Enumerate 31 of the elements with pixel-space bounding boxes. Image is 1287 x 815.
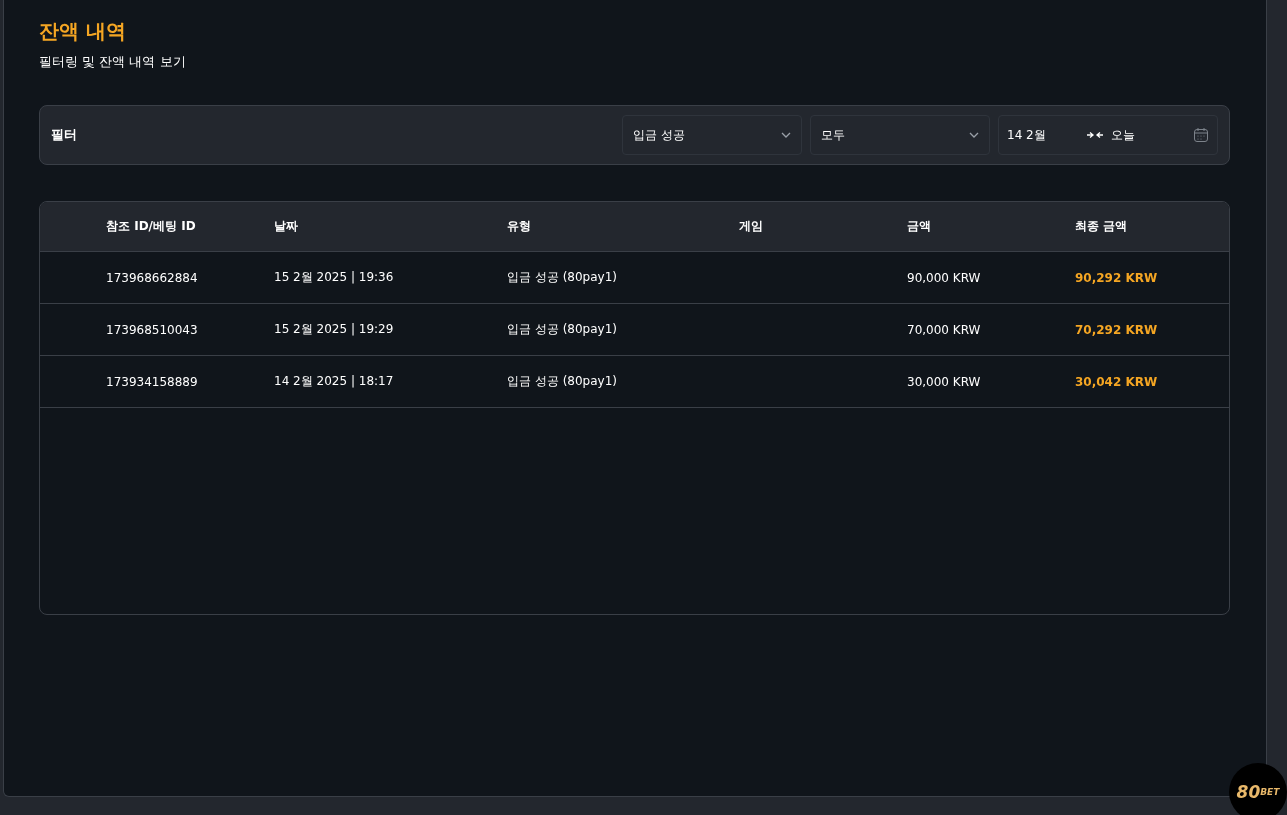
- column-header: 참조 ID/베팅 ID: [106, 218, 197, 235]
- table-cell-text: 입금 성공 (80pay1): [507, 373, 618, 390]
- table-cell-text: 173934158889: [106, 374, 199, 389]
- column-header: 날짜: [274, 218, 299, 235]
- table-cell-text: 173968662884: [106, 270, 199, 285]
- table-cell-text: 70,292 KRW: [1075, 322, 1159, 337]
- page-title: 잔액 내역: [39, 18, 127, 45]
- page-subtitle: 필터링 및 잔액 내역 보기: [39, 53, 187, 71]
- table-cell-text: 15 2월 2025 | 19:29: [274, 321, 395, 338]
- filter-label: 필터: [51, 126, 78, 144]
- table-cell-text: 30,042 KRW: [1075, 374, 1159, 389]
- column-header: 최종 금액: [1075, 218, 1129, 235]
- calendar-icon: [1193, 127, 1209, 143]
- table-cell-text: 입금 성공 (80pay1): [507, 321, 618, 338]
- table-cell-text: 입금 성공 (80pay1): [507, 269, 618, 286]
- table-cell-text: 14 2월 2025 | 18:17: [274, 373, 395, 390]
- table-cell-text: 15 2월 2025 | 19:36: [274, 269, 395, 286]
- arrows-icon: [1087, 131, 1103, 139]
- table-cell-text: 90,000 KRW: [907, 270, 982, 285]
- dropdown-select[interactable]: 모두: [810, 115, 990, 155]
- table-cell-text: 30,000 KRW: [907, 374, 982, 389]
- dropdown-select[interactable]: 입금 성공: [622, 115, 802, 155]
- chevron-down-icon: [969, 132, 979, 138]
- column-header: 금액: [907, 218, 932, 235]
- table-cell-text: 90,292 KRW: [1075, 270, 1159, 285]
- table-cell-text: 173968510043: [106, 322, 199, 337]
- date-range-field[interactable]: 14 2월 오늘: [998, 115, 1218, 155]
- column-header: 유형: [507, 218, 532, 235]
- column-header: 게임: [739, 218, 764, 235]
- chevron-down-icon: [781, 132, 791, 138]
- table-cell-text: 70,000 KRW: [907, 322, 982, 337]
